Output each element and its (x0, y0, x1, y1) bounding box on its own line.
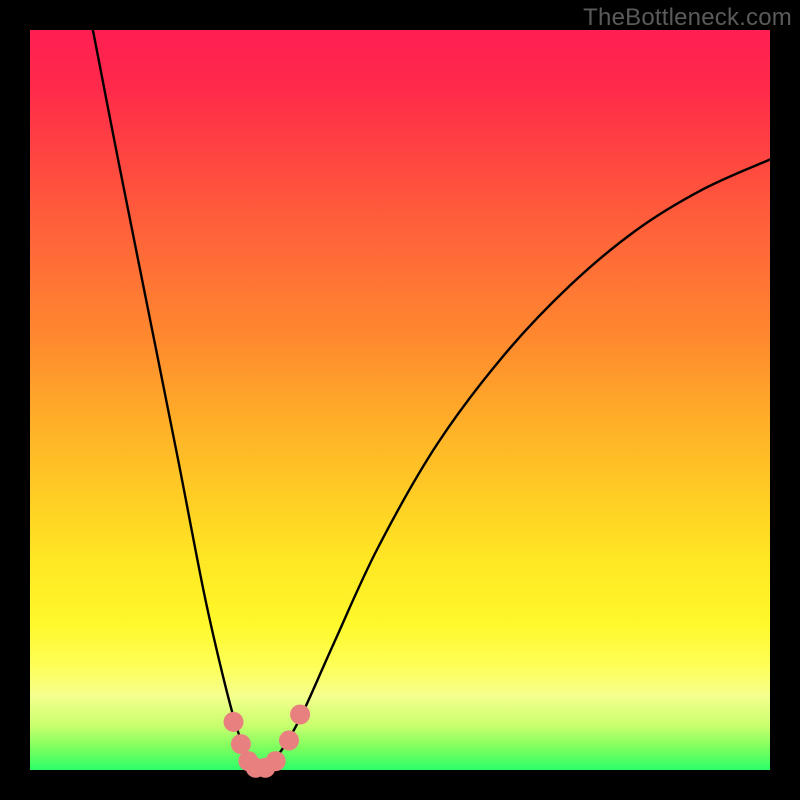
chart-frame: TheBottleneck.com (0, 0, 800, 800)
curve-marker (290, 705, 310, 725)
curve-markers (224, 705, 311, 778)
watermark-text: TheBottleneck.com (583, 4, 792, 32)
bottleneck-curve (93, 30, 770, 768)
curve-marker (279, 730, 299, 750)
curve-marker (231, 734, 251, 754)
curve-svg (30, 30, 770, 770)
plot-area (30, 30, 770, 770)
curve-marker (224, 712, 244, 732)
curve-marker (266, 751, 286, 771)
